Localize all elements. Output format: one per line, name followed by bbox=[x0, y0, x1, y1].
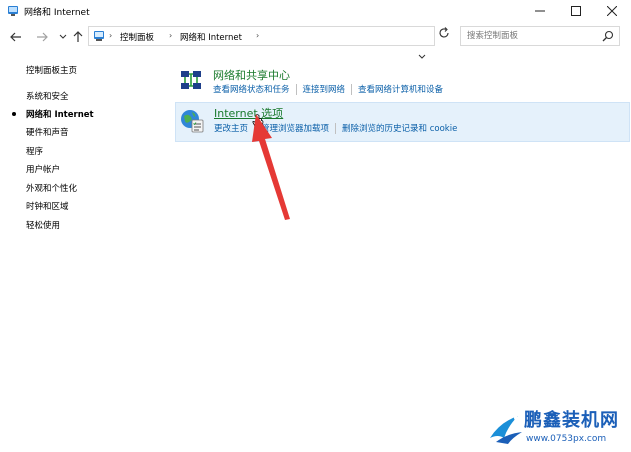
breadcrumb-control-panel[interactable]: 控制面板 bbox=[120, 31, 154, 43]
forward-arrow-icon bbox=[37, 32, 48, 42]
breadcrumb-separator-icon: › bbox=[109, 31, 113, 40]
internet-options-title[interactable]: Internet 选项 bbox=[214, 105, 283, 121]
refresh-button[interactable] bbox=[437, 26, 451, 42]
forward-button[interactable] bbox=[35, 30, 49, 44]
minimize-button[interactable] bbox=[520, 0, 560, 22]
up-button[interactable] bbox=[71, 30, 85, 44]
link-divider bbox=[335, 122, 337, 134]
watermark-logo-icon bbox=[490, 416, 522, 444]
control-panel-icon bbox=[94, 31, 104, 41]
search-box[interactable] bbox=[460, 26, 620, 46]
up-arrow-icon bbox=[73, 31, 83, 42]
maximize-button[interactable] bbox=[556, 0, 596, 22]
title-bar: 网络和 Internet bbox=[0, 0, 631, 22]
link-divider bbox=[351, 83, 353, 95]
chevron-down-icon bbox=[59, 34, 67, 39]
maximize-icon bbox=[571, 6, 581, 16]
nav-item-clock-region[interactable]: 时钟和区域 bbox=[26, 200, 69, 212]
breadcrumb-network-internet[interactable]: 网络和 Internet bbox=[180, 31, 242, 43]
nav-item-programs[interactable]: 程序 bbox=[26, 145, 43, 157]
recent-locations-button[interactable] bbox=[56, 30, 70, 44]
search-input[interactable] bbox=[461, 27, 596, 45]
category-network-sharing-center: 网络和共享中心 查看网络状态和任务 连接到网络 查看网络计算机和设备 bbox=[175, 64, 631, 100]
watermark: 鹏鑫装机网 www.0753px.com bbox=[484, 404, 631, 452]
network-sharing-icon bbox=[181, 71, 201, 89]
close-button[interactable] bbox=[592, 0, 631, 22]
hand-cursor-icon bbox=[252, 114, 264, 129]
connect-to-network-link[interactable]: 连接到网络 bbox=[303, 83, 346, 95]
nav-item-system-security[interactable]: 系统和安全 bbox=[26, 90, 69, 102]
change-homepage-link[interactable]: 更改主页 bbox=[214, 122, 248, 134]
active-bullet-icon bbox=[12, 112, 16, 116]
link-divider bbox=[295, 83, 297, 95]
network-app-icon bbox=[8, 6, 18, 16]
nav-item-ease-of-access[interactable]: 轻松使用 bbox=[26, 219, 60, 231]
control-panel-home-link[interactable]: 控制面板主页 bbox=[26, 64, 77, 76]
manage-addons-link[interactable]: 管理浏览器加载项 bbox=[261, 122, 329, 134]
nav-item-hardware-sound[interactable]: 硬件和声音 bbox=[26, 126, 69, 138]
window-title: 网络和 Internet bbox=[24, 8, 90, 18]
breadcrumb-separator-icon: › bbox=[256, 31, 260, 40]
network-sharing-links: 查看网络状态和任务 连接到网络 查看网络计算机和设备 bbox=[213, 83, 443, 95]
refresh-icon bbox=[439, 27, 449, 38]
minimize-icon bbox=[535, 10, 545, 12]
category-internet-options[interactable]: Internet 选项 更改主页 管理浏览器加载项 删除浏览的历史记录和 coo… bbox=[175, 102, 630, 142]
chevron-down-icon bbox=[418, 54, 426, 59]
nav-item-appearance[interactable]: 外观和个性化 bbox=[26, 182, 77, 194]
back-arrow-icon bbox=[10, 32, 21, 42]
watermark-url: www.0753px.com bbox=[526, 434, 607, 444]
back-button[interactable] bbox=[9, 30, 23, 44]
internet-options-icon bbox=[181, 110, 204, 133]
nav-item-user-accounts[interactable]: 用户帐户 bbox=[26, 163, 60, 175]
delete-browsing-history-link[interactable]: 删除浏览的历史记录和 cookie bbox=[342, 122, 457, 134]
watermark-brand: 鹏鑫装机网 bbox=[524, 410, 619, 431]
search-icon[interactable] bbox=[602, 30, 614, 42]
nav-item-network-internet[interactable]: 网络和 Internet bbox=[26, 108, 94, 120]
internet-options-links: 更改主页 管理浏览器加载项 删除浏览的历史记录和 cookie bbox=[214, 122, 457, 134]
view-network-status-link[interactable]: 查看网络状态和任务 bbox=[213, 83, 290, 95]
network-sharing-center-title[interactable]: 网络和共享中心 bbox=[213, 67, 290, 83]
view-network-computers-link[interactable]: 查看网络计算机和设备 bbox=[358, 83, 443, 95]
close-icon bbox=[607, 6, 617, 16]
breadcrumb-separator-icon: › bbox=[169, 31, 173, 40]
address-bar[interactable]: › 控制面板 › 网络和 Internet › bbox=[88, 26, 435, 46]
